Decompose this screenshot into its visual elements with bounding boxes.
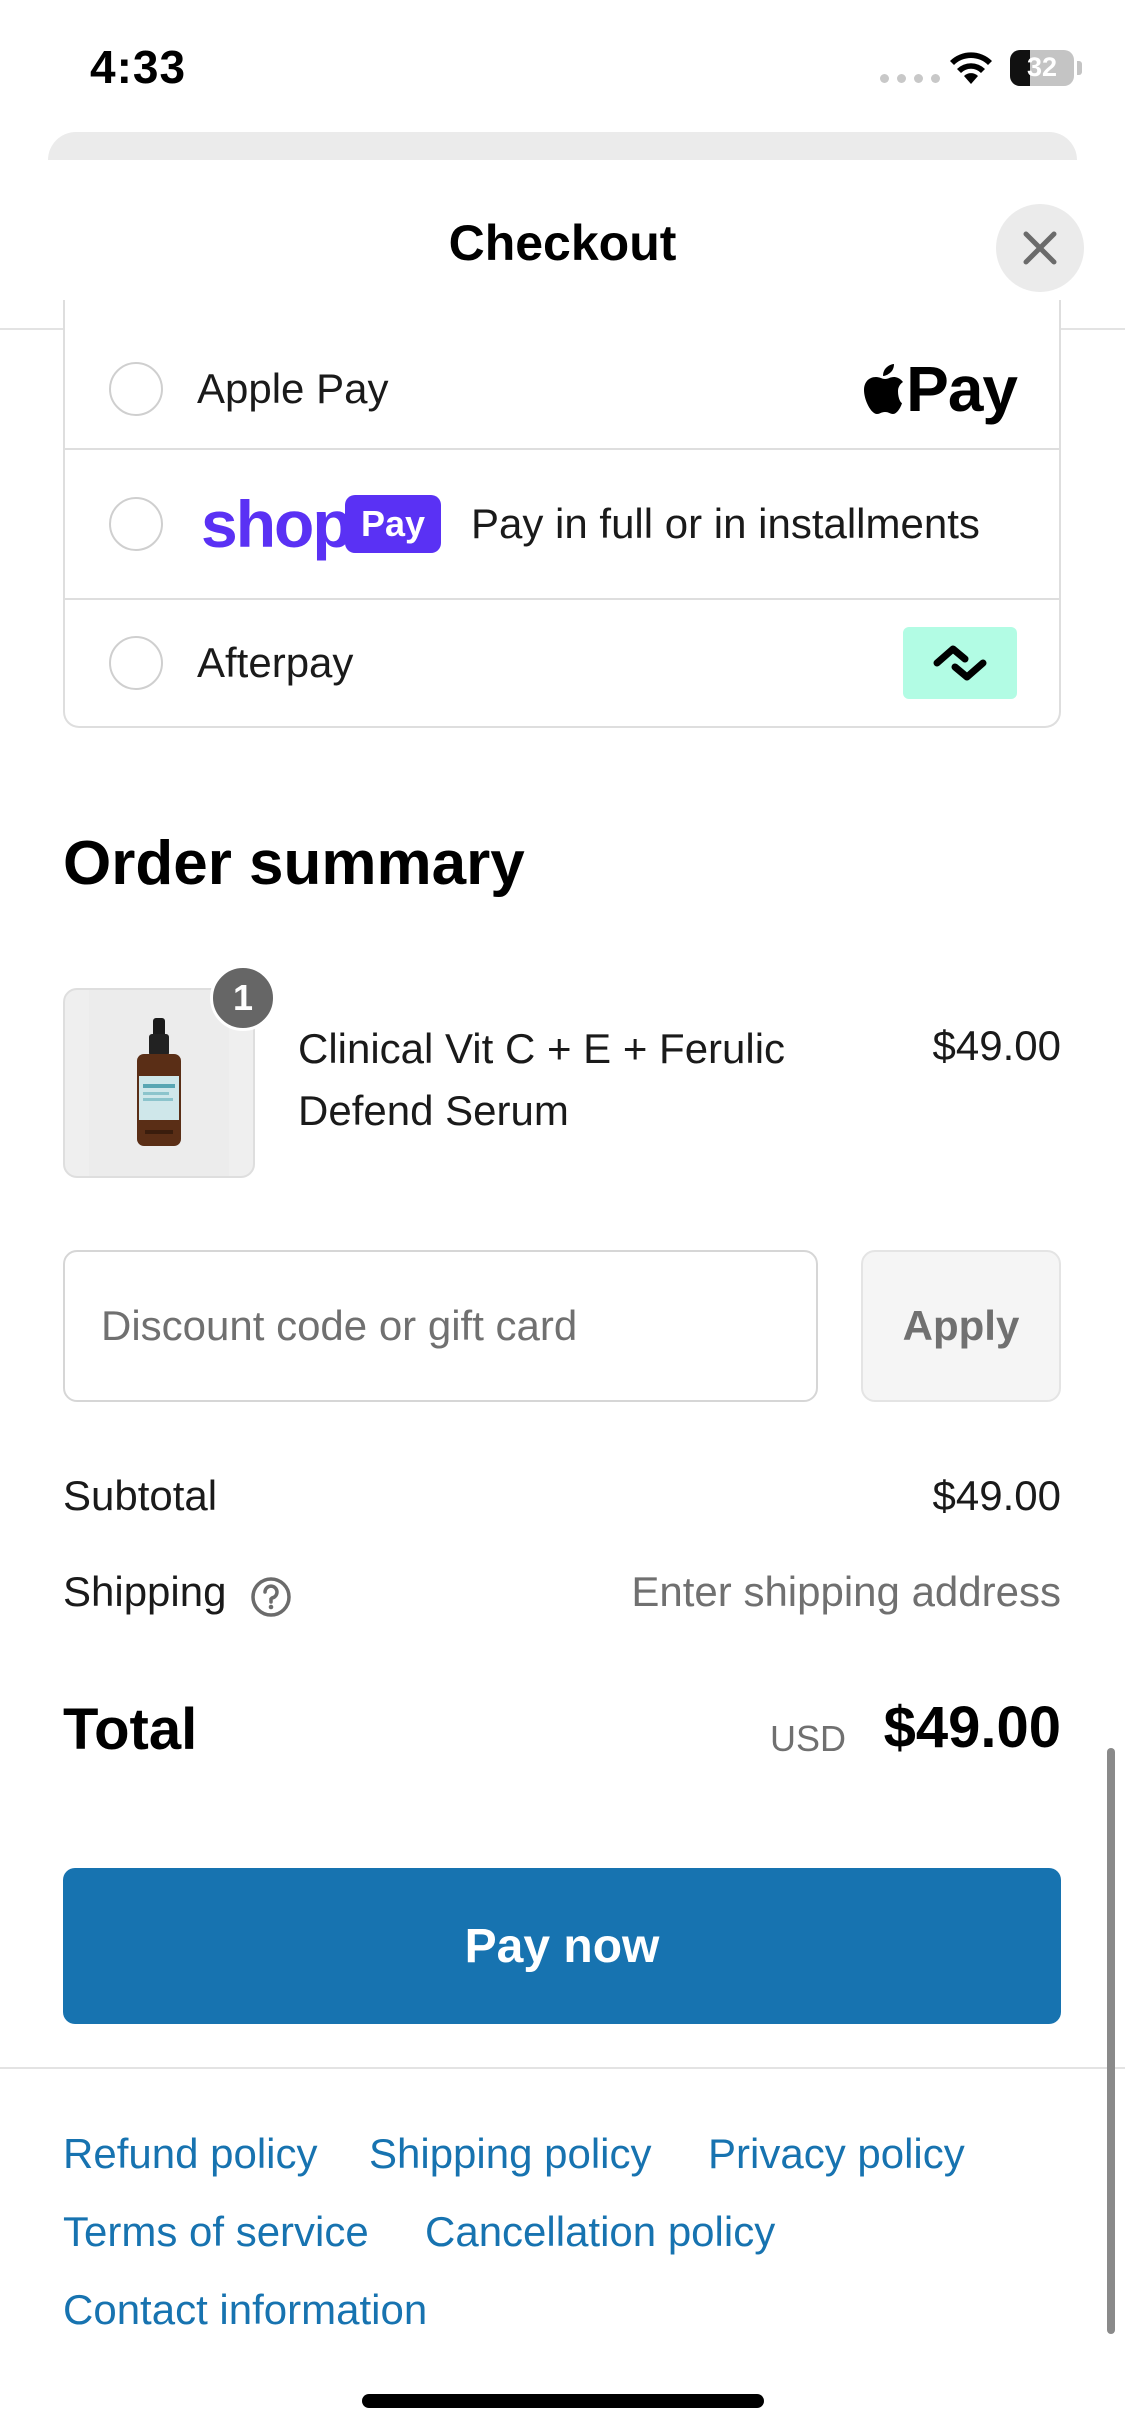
home-indicator [362, 2394, 764, 2408]
scrollbar[interactable] [1107, 1748, 1115, 2334]
quantity-badge: 1 [210, 965, 276, 1031]
pay-now-button[interactable]: Pay now [63, 1868, 1061, 2024]
payment-option-apple-pay[interactable]: Apple Pay Pay [65, 330, 1059, 450]
cancellation-policy-link[interactable]: Cancellation policy [425, 2208, 775, 2256]
payment-options: Apple Pay Pay shop Pay Pay in full or in… [63, 300, 1061, 728]
cellular-signal-icon [880, 74, 940, 83]
apple-pay-logo-text: Pay [906, 353, 1018, 425]
subtotal-value: $49.00 [932, 1472, 1061, 1519]
total-currency: USD [770, 1718, 847, 1759]
status-bar: 4:33 32 [0, 0, 1125, 132]
shop-pay-radio[interactable] [109, 497, 163, 551]
total-label: Total [63, 1697, 198, 1762]
afterpay-radio[interactable] [109, 636, 163, 690]
order-summary-title: Order summary [63, 829, 525, 898]
shipping-policy-link[interactable]: Shipping policy [369, 2130, 652, 2178]
privacy-policy-link[interactable]: Privacy policy [708, 2130, 965, 2178]
payment-option-shop-pay[interactable]: shop Pay Pay in full or in installments [65, 450, 1059, 600]
contact-information-link[interactable]: Contact information [63, 2286, 427, 2334]
product-price: $49.00 [932, 1022, 1061, 1069]
apply-discount-button[interactable]: Apply [861, 1250, 1061, 1402]
shipping-label: Shipping [63, 1568, 227, 1615]
close-icon [1023, 231, 1057, 265]
discount-code-input[interactable] [63, 1250, 818, 1402]
shop-pay-logo: shop [201, 487, 353, 561]
status-time: 4:33 [90, 41, 187, 93]
shipping-value: Enter shipping address [631, 1568, 1061, 1615]
refund-policy-link[interactable]: Refund policy [63, 2130, 317, 2178]
page-title: Checkout [448, 215, 677, 271]
shop-pay-badge: Pay [345, 495, 442, 553]
footer-divider [0, 2067, 1125, 2069]
payment-option-afterpay[interactable]: Afterpay [65, 600, 1059, 726]
apple-logo-icon [864, 364, 904, 414]
afterpay-logo-icon [903, 627, 1017, 699]
product-name: Clinical Vit C + E + Ferulic Defend Seru… [298, 1025, 786, 1134]
apple-pay-label: Apple Pay [197, 365, 389, 412]
battery-cap [1077, 61, 1082, 75]
total-amount: $49.00 [883, 1695, 1061, 1760]
subtotal-label: Subtotal [63, 1472, 218, 1519]
terms-of-service-link[interactable]: Terms of service [63, 2208, 369, 2256]
help-icon[interactable] [250, 1576, 292, 1618]
close-button[interactable] [996, 204, 1084, 292]
shop-pay-description: Pay in full or in installments [471, 500, 980, 547]
apple-pay-radio[interactable] [109, 362, 163, 416]
battery-level: 32 [1026, 52, 1058, 82]
apple-pay-logo: Pay [862, 352, 1018, 426]
battery-icon: 32 [1010, 50, 1074, 86]
afterpay-label: Afterpay [197, 639, 354, 686]
wifi-icon [950, 52, 992, 84]
